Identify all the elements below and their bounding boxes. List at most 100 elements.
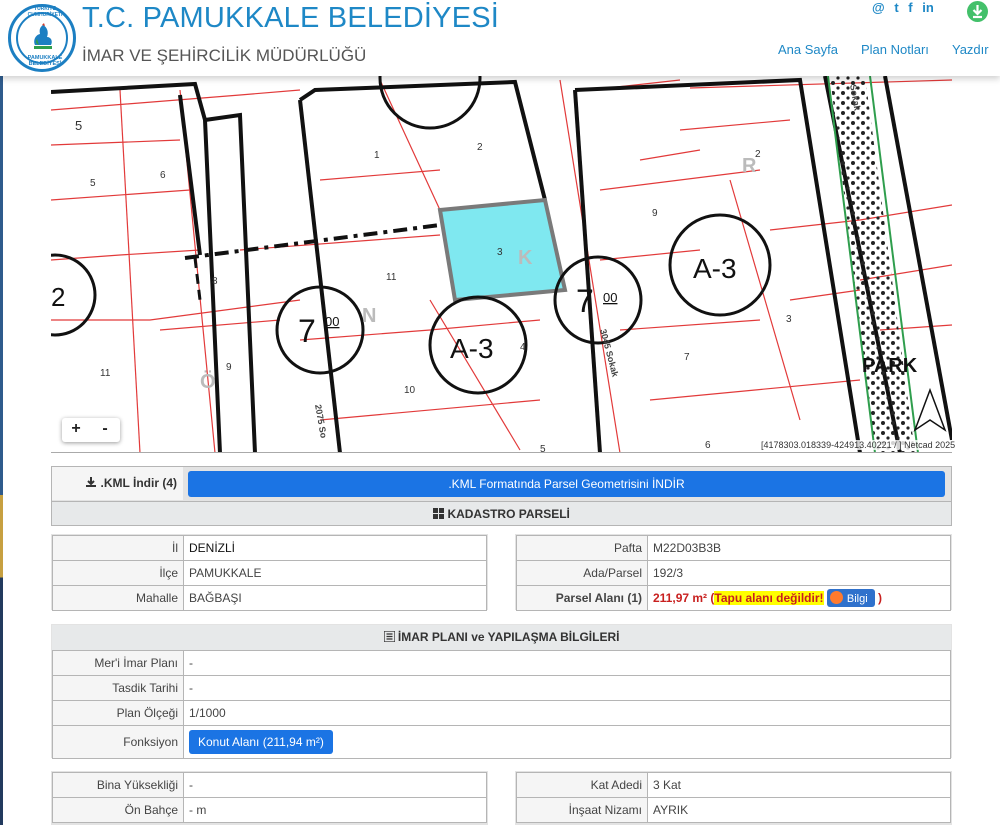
logo-text-top: TÜRKİYE CUMHURİYETİ [27, 6, 63, 18]
parcel-no: 7 [684, 352, 690, 363]
zone-label: A-3 [693, 253, 737, 284]
bilgi-label: Bilgi [846, 593, 868, 605]
yapilasma-left-table: Bina Yüksekliği - Ön Bahçe - m [52, 772, 487, 823]
street-letter: Ö [200, 370, 216, 393]
rooster-icon [34, 23, 52, 49]
kat-adedi-value: 3 Kat [647, 772, 951, 798]
parcel-no: 10 [404, 385, 416, 396]
table-row: Parsel Alanı (1) 211,97 m² (Tapu alanı d… [516, 585, 951, 611]
kadastro-heading-text: KADASTRO PARSELİ [447, 507, 570, 521]
plan-code-sup: 00 [603, 290, 617, 305]
tasdik-label: Tasdik Tarihi [52, 675, 184, 701]
street-letter: K [518, 247, 533, 269]
parcel-no: 9 [652, 208, 658, 219]
fonksiyon-cell: Konut Alanı (211,94 m²) [183, 725, 951, 759]
zoom-out-button[interactable]: - [91, 420, 119, 438]
site-subtitle: İMAR VE ŞEHİRCİLİK MÜDÜRLÜĞÜ [82, 46, 367, 65]
list-icon [382, 630, 396, 643]
paren-close: ) [878, 591, 882, 605]
table-row: İnşaat Nizamı AYRIK [516, 797, 951, 823]
kml-label-text: .KML İndir (4) [100, 476, 177, 490]
table-row: Kat Adedi 3 Kat [516, 772, 951, 798]
on-bahce-value: - m [183, 797, 487, 823]
north-arrow-icon [913, 387, 947, 432]
table-row: Fonksiyon Konut Alanı (211,94 m²) [52, 725, 951, 759]
il-value: DENİZLİ [183, 535, 487, 561]
imar-heading-text: İMAR PLANI ve YAPILAŞMA BİLGİLERİ [397, 630, 620, 644]
bina-yuksekligi-value: - [183, 772, 487, 798]
nav-plan-notes[interactable]: Plan Notları [861, 42, 929, 57]
parcel-no: 4 [520, 342, 526, 353]
social-links: @ t f in [872, 0, 940, 15]
table-row: Tasdik Tarihi - [52, 675, 951, 701]
zoom-in-button[interactable]: + [62, 420, 90, 438]
table-row: Ön Bahçe - m [52, 797, 487, 823]
insaat-nizami-label: İnşaat Nizamı [516, 797, 648, 823]
site-title[interactable]: T.C. PAMUKKALE BELEDİYESİ [82, 2, 499, 35]
table-row: İlçe PAMUKKALE [52, 560, 487, 586]
plan-code-sup: 00 [325, 314, 339, 329]
facebook-icon[interactable]: f [908, 0, 912, 15]
parsel-alani-value: 211,97 m² [653, 591, 708, 605]
meri-plan-value: - [183, 650, 951, 676]
kml-label: .KML İndir (4) [52, 467, 183, 500]
tapu-warning: Tapu alanı değildir! [714, 591, 824, 605]
plan-olcegi-label: Plan Ölçeği [52, 700, 184, 726]
parcel-map[interactable]: 1 2 3 4 5 5 6 6 7 8 9 9 10 11 11 2 3 5 A… [51, 76, 952, 453]
parcel-no: 11 [100, 368, 111, 379]
table-row: Ada/Parsel 192/3 [516, 560, 951, 586]
bilgi-button[interactable]: Bilgi [826, 589, 875, 607]
email-icon[interactable]: @ [872, 0, 885, 15]
mahalle-value: BAĞBAŞI [183, 585, 487, 611]
info-icon [829, 591, 843, 604]
twitter-icon[interactable]: t [894, 0, 898, 15]
park-label: PARK [862, 355, 918, 377]
linkedin-icon[interactable]: in [922, 0, 934, 15]
street-letter: R [742, 155, 757, 177]
map-attribution: [4178303.018339-424913.40221 / ] Netcad … [761, 440, 956, 450]
plan-code: 7 [576, 283, 594, 319]
parcel-no: 5 [540, 444, 546, 453]
ilce-value: PAMUKKALE [183, 560, 487, 586]
parcel-no: 9 [226, 362, 232, 373]
insaat-nizami-value: AYRIK [647, 797, 951, 823]
download-arrow-glyph [972, 5, 983, 19]
on-bahce-label: Ön Bahçe [52, 797, 184, 823]
grid-icon [433, 508, 445, 519]
nav-print[interactable]: Yazdır [952, 42, 989, 57]
table-row: Bina Yüksekliği - [52, 772, 487, 798]
map-canvas[interactable]: 1 2 3 4 5 5 6 6 7 8 9 9 10 11 11 2 3 5 A… [51, 76, 952, 453]
pafta-value: M22D03B3B [647, 535, 951, 561]
ada-parsel-value: 192/3 [647, 560, 951, 586]
meri-plan-label: Mer'i İmar Planı [52, 650, 184, 676]
parcel-no: 5 [90, 178, 96, 189]
parcel-no: 1 [374, 150, 380, 161]
il-label: İl [52, 535, 184, 561]
plan-code: 2 [51, 282, 65, 312]
plan-code: 7 [298, 313, 316, 349]
table-row: Mer'i İmar Planı - [52, 650, 951, 676]
nav-home[interactable]: Ana Sayfa [778, 42, 838, 57]
imar-table: Mer'i İmar Planı - Tasdik Tarihi - Plan … [52, 650, 951, 759]
kat-adedi-label: Kat Adedi [516, 772, 648, 798]
parcel-no: 5 [75, 118, 82, 133]
kml-download-button[interactable]: .KML Formatında Parsel Geometrisini İNDİ… [188, 471, 945, 497]
site-header: TÜRKİYE CUMHURİYETİ PAMUKKALE BELEDİYESİ… [0, 0, 1000, 76]
parcel-no: 8 [212, 276, 218, 287]
download-icon[interactable] [967, 1, 988, 22]
parcel-no: 11 [386, 272, 397, 283]
yapilasma-right-table: Kat Adedi 3 Kat İnşaat Nizamı AYRIK [516, 772, 951, 823]
fonksiyon-button[interactable]: Konut Alanı (211,94 m²) [189, 730, 333, 754]
download-icon [86, 477, 97, 487]
municipality-logo[interactable]: TÜRKİYE CUMHURİYETİ PAMUKKALE BELEDİYESİ [8, 4, 76, 72]
parcel-no: 6 [160, 170, 166, 181]
parcel-no: 3 [497, 247, 503, 258]
kadastro-right-table: Pafta M22D03B3B Ada/Parsel 192/3 Parsel … [516, 535, 951, 611]
kadastro-heading: KADASTRO PARSELİ [52, 501, 951, 525]
street-letter: N [362, 305, 376, 327]
parsel-alani-label: Parsel Alanı (1) [516, 585, 648, 611]
table-row: İl DENİZLİ [52, 535, 487, 561]
zoom-control: + - [62, 418, 120, 442]
table-row: Pafta M22D03B3B [516, 535, 951, 561]
mahalle-label: Mahalle [52, 585, 184, 611]
